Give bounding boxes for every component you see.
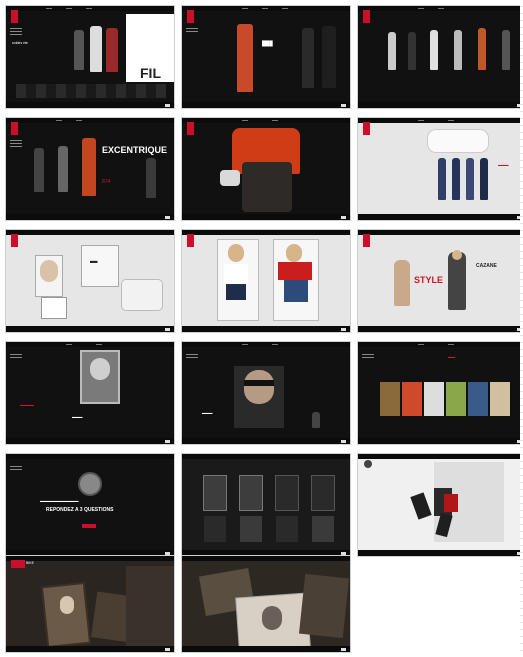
thumbnail-3[interactable] — [358, 6, 523, 108]
brand-logo — [363, 122, 370, 135]
thumbnail-8[interactable] — [182, 230, 350, 332]
tile-headline: EXCENTRIQUE — [102, 145, 168, 155]
tile-caption: BIKE — [26, 561, 34, 565]
thumbnail-14[interactable] — [182, 454, 350, 556]
screenshot-gallery: soldes ete FIL ███ EXCENTRIQUE 874 ▬▬▬ ▀… — [6, 6, 523, 652]
tile-caption: soldes ete — [12, 41, 28, 45]
brand-logo — [187, 234, 194, 247]
tile-name: CAZANE — [476, 263, 497, 269]
thumbnail-12[interactable]: ▬▬ — [358, 342, 523, 444]
thumbnail-7[interactable]: ▀▀▀ — [6, 230, 174, 332]
brand-logo — [11, 122, 18, 135]
brand-logo — [363, 10, 370, 23]
thumbnail-1[interactable]: soldes ete FIL — [6, 6, 174, 108]
brand-logo — [187, 122, 194, 135]
thumbnail-13[interactable]: ▬▬▬▬▬▬▬▬▬▬▬ REPONDEZ A 3 QUESTIONS — [6, 454, 174, 556]
tile-headline: STYLE — [414, 275, 444, 285]
thumbnail-11[interactable]: ▬▬▬ — [182, 342, 350, 444]
thumbnail-16[interactable]: BIKE — [6, 556, 174, 652]
thumbnail-15[interactable] — [358, 454, 523, 556]
thumbnail-10[interactable]: ▬▬▬▬ ▬▬▬ — [6, 342, 174, 444]
thumbnail-2[interactable]: ███ — [182, 6, 350, 108]
thumbnail-6[interactable]: ▬▬▬ — [358, 118, 523, 220]
thumbnail-5[interactable] — [182, 118, 350, 220]
thumbnail-17[interactable] — [182, 556, 350, 652]
brand-logo — [363, 234, 370, 247]
tile-number: 874 — [102, 179, 111, 185]
brand-logo — [187, 10, 194, 23]
thumbnail-4[interactable]: EXCENTRIQUE 874 — [6, 118, 174, 220]
brand-logo — [11, 10, 18, 23]
tile-headline: FIL — [140, 65, 161, 81]
brand-logo — [11, 234, 18, 247]
brand-logo — [11, 560, 25, 568]
tile-headline: REPONDEZ A 3 QUESTIONS — [46, 507, 114, 513]
thumbnail-9[interactable]: STYLE CAZANE — [358, 230, 523, 332]
